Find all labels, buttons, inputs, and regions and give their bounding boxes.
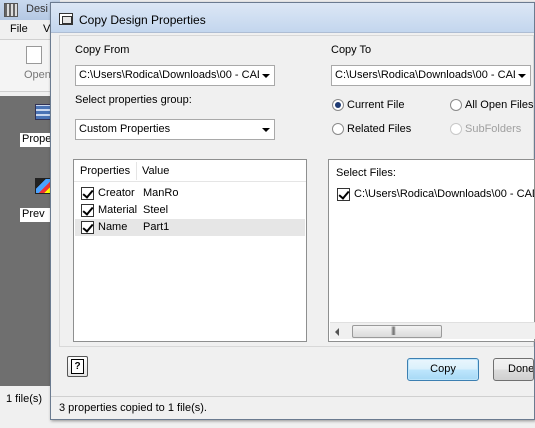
properties-tool-icon[interactable] [35,104,51,120]
properties-tool-label[interactable]: Prope [20,133,54,147]
dialog-window-icon [59,13,73,25]
column-header-properties[interactable]: Properties [80,165,130,177]
help-icon: ? [71,359,84,374]
file-path: C:\Users\Rodica\Downloads\00 - CAD [354,188,534,200]
property-name: Name [98,221,128,233]
property-value: ManRo [143,187,179,199]
properties-list-header: Properties Value [74,160,306,182]
property-value: Steel [143,204,169,216]
copy-to-label: Copy To [331,44,372,56]
related-files-label[interactable]: Related Files [347,123,411,135]
copy-design-properties-dialog: Copy Design Properties Copy From C:\User… [50,2,535,420]
column-header-value[interactable]: Value [142,165,169,177]
properties-group-value: Custom Properties [79,123,171,135]
menu-file[interactable]: File [10,23,28,35]
copy-from-label: Copy From [75,44,130,56]
subfolders-radio [450,123,462,135]
scrollbar-thumb[interactable] [352,325,442,338]
dialog-body: Copy From C:\Users\Rodica\Downloads\00 -… [59,35,535,347]
help-button[interactable]: ? [67,356,88,377]
subfolders-label: SubFolders [465,123,522,135]
properties-group-combo[interactable]: Custom Properties [75,119,275,140]
all-open-files-radio[interactable] [450,99,462,111]
property-row-creator[interactable]: Creator ManRo [75,185,305,202]
properties-list[interactable]: Properties Value Creator ManRo Material … [73,159,307,342]
select-files-label: Select Files: [336,167,396,179]
dialog-status-text: 3 properties copied to 1 file(s). [59,402,207,414]
copy-button[interactable]: Copy [407,358,479,381]
current-file-label[interactable]: Current File [347,99,404,111]
background-app-title: Desi [26,3,49,15]
file-row[interactable]: C:\Users\Rodica\Downloads\00 - CAD [330,186,535,203]
preview-tool-icon[interactable] [35,178,51,194]
chevron-down-icon [262,74,270,78]
select-properties-group-label: Select properties group: [75,94,192,106]
current-file-radio[interactable] [332,99,344,111]
chevron-down-icon [518,74,526,78]
dialog-statusbar: 3 properties copied to 1 file(s). [51,396,534,419]
property-row-material[interactable]: Material Steel [75,202,305,219]
property-name: Material [98,204,138,216]
copy-to-path-value: C:\Users\Rodica\Downloads\00 - CAD [335,69,515,81]
open-button-label[interactable]: Open [24,69,51,81]
property-checkbox-name[interactable] [81,221,94,234]
scroll-left-arrow-icon[interactable] [335,328,339,336]
open-file-icon[interactable] [26,46,42,64]
preview-tool-label[interactable]: Prev [20,208,54,222]
copy-to-path-combo[interactable]: C:\Users\Rodica\Downloads\00 - CAD [331,65,531,86]
property-checkbox-creator[interactable] [81,187,94,200]
files-horizontal-scrollbar[interactable] [330,322,535,339]
copy-from-path-combo[interactable]: C:\Users\Rodica\Downloads\00 - CAD [75,65,275,86]
property-value: Part1 [143,221,170,233]
all-open-files-label[interactable]: All Open Files [465,99,533,111]
copy-from-path-value: C:\Users\Rodica\Downloads\00 - CAD [79,69,259,81]
chevron-down-icon [262,128,270,132]
file-checkbox[interactable] [337,188,350,201]
dialog-titlebar[interactable]: Copy Design Properties [51,3,534,33]
background-statusbar: 1 file(s) [6,393,43,405]
property-checkbox-material[interactable] [81,204,94,217]
column-divider[interactable] [136,162,137,180]
select-files-list[interactable]: Select Files: C:\Users\Rodica\Downloads\… [328,159,535,342]
dialog-title: Copy Design Properties [79,13,206,27]
done-button[interactable]: Done [493,358,534,381]
app-icon [4,3,18,17]
related-files-radio[interactable] [332,123,344,135]
property-name: Creator [98,187,135,199]
property-row-name[interactable]: Name Part1 [75,219,305,236]
